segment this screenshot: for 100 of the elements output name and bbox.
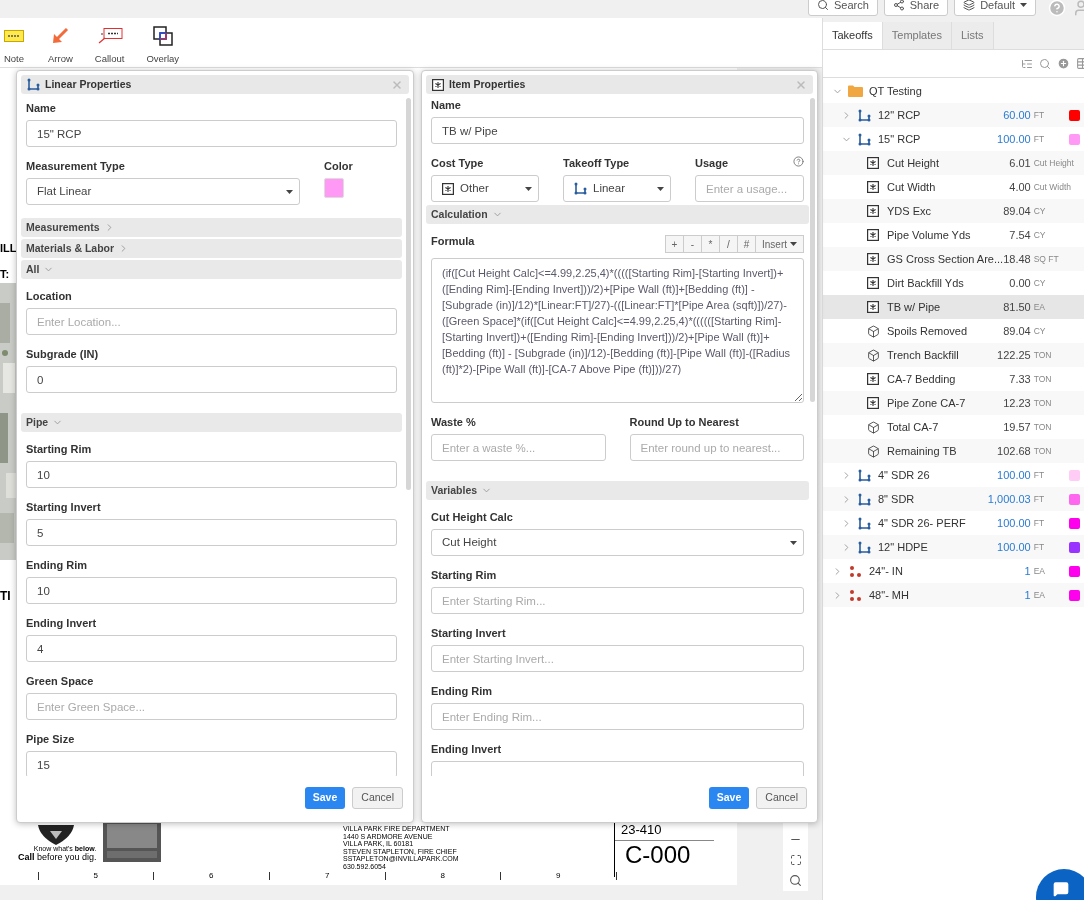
tree-row[interactable]: Trench Backfill 122.25 TON [823,343,1084,367]
insert-button[interactable]: Insert [755,235,804,253]
text-field[interactable]: Enter Ending Rim... [431,703,804,730]
save-button[interactable]: Save [708,787,750,809]
section-header[interactable]: All [21,260,402,279]
field-label: Cut Height Calc [431,510,514,524]
text-field[interactable]: Enter Starting Invert... [431,645,804,672]
field-label: Ending Invert [26,616,98,630]
scale-label: 8 [440,871,445,880]
tree-row[interactable]: 12" RCP 60.00 FT [823,103,1084,127]
field-label: Green Space [26,674,95,688]
section-header[interactable]: Measurements [21,218,402,237]
text-field[interactable]: 15" RCP [26,120,397,147]
quantity-value: 1 [1024,587,1031,603]
tool-button[interactable]: Callout [94,26,125,67]
quantity-value: 12.23 [1003,395,1031,411]
unit-label: FT [1033,132,1046,146]
quantity-value: 100.00 [997,131,1031,147]
tree-label: 8" SDR [878,491,916,507]
section-header[interactable]: Variables [426,481,809,500]
toolbar-button[interactable]: Share [883,0,949,16]
tree-label: CA-7 Bedding [887,371,957,387]
section-header[interactable]: Calculation [426,205,809,224]
tree-label: YDS Exc [887,203,932,219]
tree-label: 15" RCP [878,131,922,147]
tree-label: Cut Width [887,179,937,195]
tree-row[interactable]: Remaining TB 102.68 TON [823,439,1084,463]
tree-label: Pipe Volume Yds [887,227,972,243]
unit-label: CY [1033,228,1047,242]
tool-button[interactable]: Arrow [48,26,73,67]
text-field[interactable]: Enter a waste %... [431,434,606,461]
text-field[interactable]: Enter Starting Rim... [431,587,804,614]
text-field[interactable]: 15 [26,751,397,776]
unit-label: EA [1033,300,1047,314]
cancel-button[interactable]: Cancel [756,787,807,809]
tree-row[interactable]: 48"- MH 1 EA [823,583,1084,607]
tree-row[interactable]: Cut Height 6.01 Cut Height [823,151,1084,175]
field-label: Waste % [431,415,477,429]
cancel-button[interactable]: Cancel [352,787,403,809]
tree-row[interactable]: YDS Exc 89.04 CY [823,199,1084,223]
quantity-value: 100.00 [997,539,1031,555]
text-field[interactable]: 0 [26,366,397,393]
quantity-value: 1 [1024,563,1031,579]
quantity-value: 4.00 [1009,179,1031,195]
field-label: Usage [695,156,729,170]
tree-label: 24"- IN [869,563,904,579]
tree-row[interactable]: 12" HDPE 100.00 FT [823,535,1084,559]
tab[interactable]: Lists [951,22,994,49]
text-field[interactable]: Enter a usage... [695,175,804,202]
toolbar-button[interactable]: Default [954,0,1036,16]
quantity-value: 100.00 [997,515,1031,531]
quantity-value: 89.04 [1003,203,1031,219]
unit-label: FT [1033,516,1046,530]
text-field[interactable]: 10 [26,461,397,488]
formula-field[interactable]: (if([Cut Height Calc]<=4.99,2.25,4)*(((([Starting Rim]-[Starting Invert])+([Ending Rim]-[Ending Invert]))/2)+[Pipe Wall (ft)]+[Bedding (ft)] - [Subgrade (in)]/12)*[Linear:FT]/27)-(([Linear:FT]*[Pipe Area (sqft)])/27)-([Green Space]*(if([Cut Height Calc]<=4.99,2.25,4)*((((([Starting Rim]-[Starting Invert])+([Ending Rim]-[Ending Invert]))/2)+[Pipe Wall (ft)]+[Bedding (ft)] - [Subgrade (in)]/12)-[Bedding (ft)]-[Pipe Wall (ft)]-([Radius (ft)]*2)-[Pipe Wall (ft)]-[CA-7 Above Pipe (ft)]))/27) [431,258,804,403]
tree-label: 48"- MH [869,587,910,603]
dropdown[interactable]: Cut Height [431,529,804,556]
unit-label: EA [1033,588,1047,602]
unit-label: TON [1033,348,1053,362]
unit-label: CY [1033,204,1047,218]
section-header[interactable]: Pipe [21,413,402,432]
tool-button[interactable]: Note [2,26,26,67]
field-label: Round Up to Nearest [629,415,740,429]
tree-label: Total CA-7 [887,419,940,435]
text-field[interactable]: Enter Green Space... [26,693,397,720]
quantity-value: 6.01 [1009,155,1031,171]
unit-label: EA [1033,564,1047,578]
tab[interactable]: Takeoffs [823,22,883,49]
field-label: Starting Rim [431,568,498,582]
save-button[interactable]: Save [304,787,346,809]
text-field[interactable]: 4 [26,635,397,662]
tree-label: QT Testing [869,83,923,99]
field-label: Starting Invert [431,626,507,640]
tree-row[interactable]: TB w/ Pipe 81.50 EA [823,295,1084,319]
text-field[interactable]: 10 [26,577,397,604]
sheet-text: ILL [0,241,17,256]
text-field[interactable]: Enter round up to nearest... [629,434,804,461]
text-field[interactable]: 5 [26,519,397,546]
unit-label: CY [1033,324,1047,338]
field-label: Name [431,98,462,112]
sheet-text: TI [0,588,11,605]
dropdown[interactable]: Flat Linear [26,178,300,205]
window-title: Linear Properties [45,76,133,92]
tree-row[interactable]: 8" SDR 1,000.03 FT [823,487,1084,511]
tree-row[interactable]: GS Cross Section Are...18.48 SQ FT [823,247,1084,271]
field-label: Starting Invert [26,500,102,514]
tree-row[interactable]: Pipe Zone CA-7 12.23 TON [823,391,1084,415]
text-field[interactable]: TB w/ Pipe [431,117,804,144]
tab[interactable]: Templates [882,22,952,49]
field-label: Pipe Size [26,732,76,746]
field-label: Location [26,289,73,303]
text-field[interactable]: Enter Location... [26,308,397,335]
tool-button[interactable]: Overlay [146,26,180,67]
scale-label: 9 [556,871,561,880]
field-label: Formula [431,234,475,248]
operator-button[interactable]: + [665,235,684,253]
toolbar-button[interactable]: Search [807,0,878,16]
section-header[interactable]: Materials & Labor [21,239,402,258]
dropdown[interactable]: Linear [563,175,671,202]
dropdown[interactable]: Other [431,175,539,202]
